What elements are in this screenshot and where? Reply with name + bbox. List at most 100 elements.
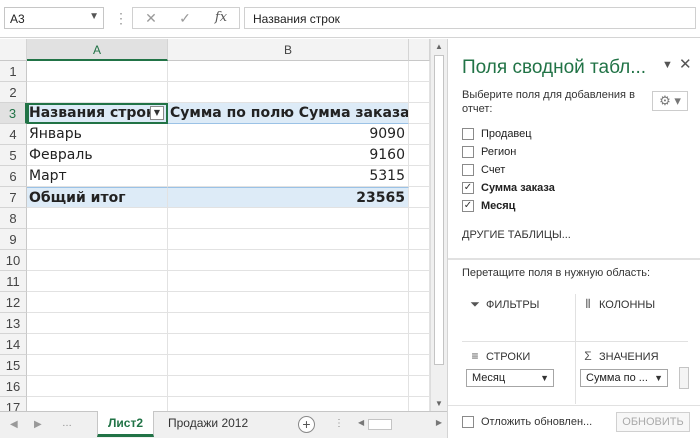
add-sheet-icon[interactable]: + [298,416,315,433]
rows-field-chip[interactable]: Месяц ▼ [466,369,554,387]
row-header[interactable]: 7 [0,187,27,208]
cell[interactable] [27,292,168,313]
cell[interactable] [27,355,168,376]
rows-area[interactable]: ≡ СТРОКИ [468,349,530,365]
row-header[interactable]: 3 [0,103,27,124]
close-icon[interactable]: ✕ [679,55,692,73]
checkbox[interactable] [462,416,474,429]
checkbox[interactable] [462,164,474,177]
cell[interactable] [168,271,409,292]
cell[interactable] [168,334,409,355]
cell[interactable] [409,397,430,411]
scroll-up-icon[interactable]: ▲ [435,42,443,51]
grand-total-value[interactable]: 23565 [168,187,409,208]
tab-next-icon[interactable]: ▶ [34,419,42,430]
tab-prev-icon[interactable]: ◀ [10,419,18,430]
row-header[interactable]: 5 [0,145,27,166]
cell[interactable] [168,355,409,376]
checkbox[interactable] [462,128,474,141]
vertical-scrollbar[interactable]: ▲ ▼ [430,39,447,411]
cell[interactable] [168,82,409,103]
cell[interactable] [409,376,430,397]
pane-divider[interactable] [448,258,700,260]
cell[interactable] [409,103,430,124]
values-field-chip[interactable]: Сумма по ... ▼ [580,369,668,387]
cell[interactable] [27,313,168,334]
column-header-a[interactable]: A [27,39,168,61]
cell[interactable] [168,229,409,250]
grand-total-label[interactable]: Общий итог [27,187,168,208]
cell[interactable] [168,250,409,271]
scroll-right-icon[interactable]: ▶ [436,418,442,427]
pivot-item-label[interactable]: Февраль [27,145,168,166]
columns-area[interactable]: ⦀ КОЛОННЫ [581,297,655,313]
cell[interactable] [409,250,430,271]
scroll-down-icon[interactable]: ▼ [435,399,443,408]
chevron-down-icon[interactable]: ▼ [540,370,549,386]
cell[interactable] [409,271,430,292]
row-header[interactable]: 9 [0,229,27,250]
cell[interactable] [168,61,409,82]
cell[interactable] [409,82,430,103]
cell[interactable] [409,208,430,229]
gear-icon[interactable]: ⚙ ▾ [652,91,688,111]
row-header[interactable]: 6 [0,166,27,187]
column-header-b[interactable]: B [168,39,409,61]
cell[interactable] [409,187,430,208]
cell[interactable] [27,250,168,271]
scroll-thumb[interactable] [434,55,444,365]
cell[interactable] [27,334,168,355]
chevron-down-icon[interactable]: ▼ [662,59,673,71]
sheet-grid[interactable]: A B 1 2 3 Названия строк ▼ Сумма по полю Сумм… [0,39,430,411]
pivot-item-value[interactable]: 9160 [168,145,409,166]
hscroll-thumb[interactable] [368,419,392,430]
row-header[interactable]: 4 [0,124,27,145]
tab-sales-2012[interactable]: Продажи 2012 [158,411,258,437]
cell[interactable] [168,397,409,411]
cell[interactable] [409,355,430,376]
pivot-value-header-cell[interactable]: Сумма по полю Сумма заказа [168,103,409,124]
chevron-down-icon[interactable]: ▼ [654,370,663,386]
select-all-corner[interactable] [0,39,27,61]
update-button[interactable]: ОБНОВИТЬ [616,412,690,432]
cell[interactable] [168,208,409,229]
row-header[interactable]: 16 [0,376,27,397]
formula-input[interactable]: Названия строк [244,7,696,29]
pivot-item-value[interactable]: 5315 [168,166,409,187]
field-item[interactable]: ✓ Месяц [462,199,515,215]
name-box[interactable]: A3 ▼ [4,7,104,29]
cell[interactable] [27,82,168,103]
horizontal-scrollbar[interactable]: ◀ ▶ [358,418,442,432]
cell[interactable] [27,61,168,82]
filters-area[interactable]: ⏷ ФИЛЬТРЫ [468,297,539,313]
row-header[interactable]: 1 [0,61,27,82]
row-header[interactable]: 10 [0,250,27,271]
field-item[interactable]: ✓ Сумма заказа [462,181,555,197]
tab-list2[interactable]: Лист2 [97,411,155,437]
other-tables-link[interactable]: ДРУГИЕ ТАБЛИЦЫ... [462,229,571,241]
pivot-item-label[interactable]: Март [27,166,168,187]
cell[interactable] [409,61,430,82]
drag-handle-icon[interactable]: ⋮ [114,10,129,27]
enter-icon[interactable]: ✓ [173,10,197,28]
pivot-item-value[interactable]: 9090 [168,124,409,145]
cell[interactable] [409,166,430,187]
cell[interactable] [168,376,409,397]
row-header[interactable]: 14 [0,334,27,355]
defer-update-checkbox[interactable]: Отложить обновлен... [462,416,592,429]
field-item[interactable]: Регион [462,145,516,161]
cell[interactable] [27,229,168,250]
pivot-row-header-cell[interactable]: Названия строк ▼ [27,103,168,124]
cell[interactable] [409,145,430,166]
areas-scrollbar[interactable] [679,367,689,389]
row-header[interactable]: 11 [0,271,27,292]
cell[interactable] [409,334,430,355]
checkbox-checked[interactable]: ✓ [462,182,474,195]
cell[interactable] [409,313,430,334]
chevron-down-icon[interactable]: ▼ [89,11,99,22]
cell[interactable] [27,397,168,411]
values-area[interactable]: Σ ЗНАЧЕНИЯ [581,349,658,365]
row-header[interactable]: 8 [0,208,27,229]
more-tabs-icon[interactable]: … [62,418,72,429]
checkbox[interactable] [462,146,474,159]
